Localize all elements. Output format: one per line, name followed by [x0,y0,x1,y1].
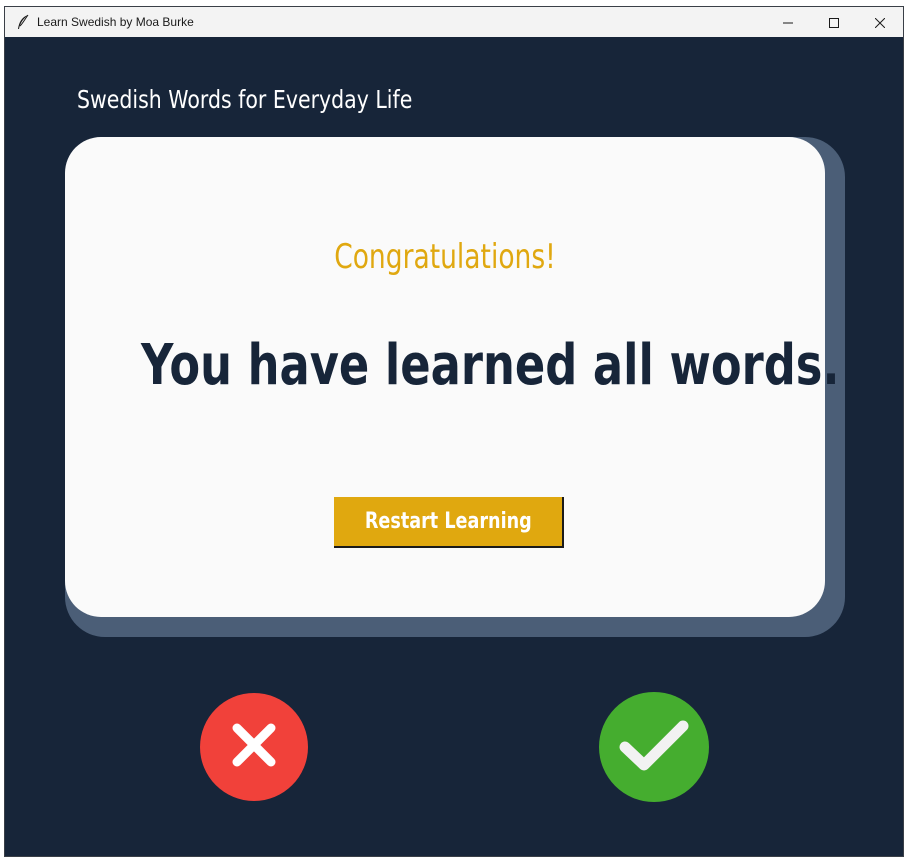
window-controls [765,7,903,37]
title-bar[interactable]: Learn Swedish by Moa Burke [5,7,903,37]
maximize-icon [829,13,839,32]
page-title: Swedish Words for Everyday Life [77,85,413,114]
close-icon [874,13,886,32]
restart-learning-label: Restart Learning [364,509,532,534]
check-icon [617,717,691,777]
window-title: Learn Swedish by Moa Burke [37,15,194,29]
app-window: Learn Swedish by Moa Burke Swedish Words… [4,6,904,857]
unknown-word-button[interactable] [200,693,308,801]
restart-learning-button[interactable]: Restart Learning [334,497,564,548]
completion-message: You have learned all words. [141,333,840,398]
close-button[interactable] [857,7,903,37]
minimize-icon [783,13,793,32]
minimize-button[interactable] [765,7,811,37]
known-word-button[interactable] [599,692,709,802]
flash-card: Congratulations! You have learned all wo… [65,137,840,617]
maximize-button[interactable] [811,7,857,37]
congratulations-text: Congratulations! [334,237,556,277]
cross-icon [229,720,279,774]
feather-icon [15,14,31,30]
